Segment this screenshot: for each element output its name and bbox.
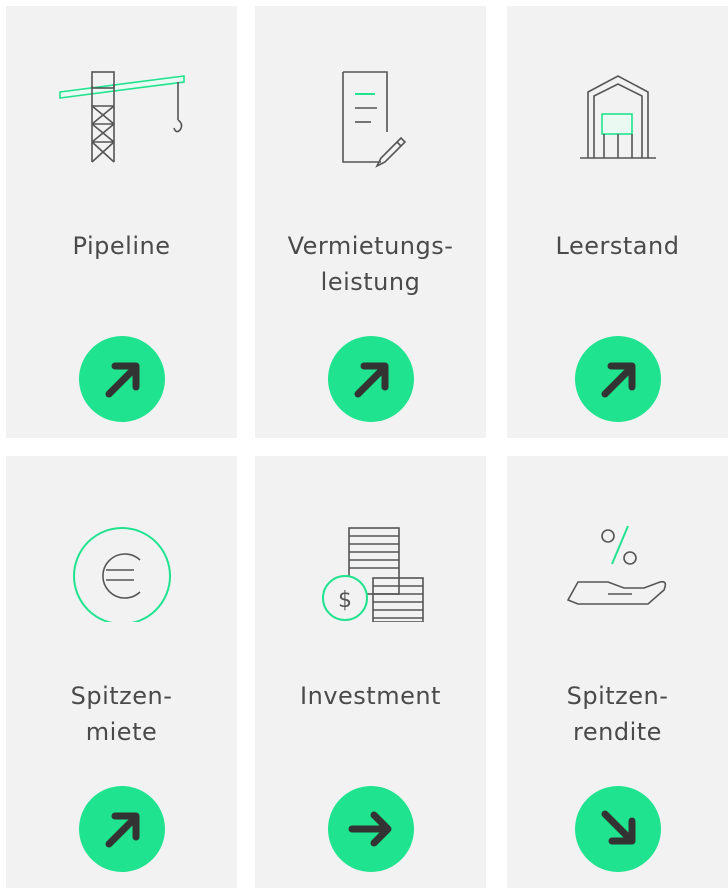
card-spitzenrendite: Spitzen- rendite: [507, 456, 728, 888]
card-label: Pipeline: [72, 232, 171, 260]
trend-up-icon: [327, 336, 414, 422]
trend-up-icon: [574, 336, 661, 422]
contract-pen-icon: [301, 62, 441, 172]
card-spitzenmiete: Spitzen- miete: [6, 456, 237, 888]
hand-percent-icon: [548, 512, 688, 622]
card-label: Spitzen- rendite: [566, 682, 669, 746]
card-investment: $ Investment: [255, 456, 486, 888]
coin-stacks-icon: $: [301, 512, 441, 622]
trend-up-icon: [78, 786, 165, 872]
card-label: Investment: [300, 682, 441, 710]
card-pipeline: Pipeline: [6, 6, 237, 438]
card-label: Leerstand: [555, 232, 680, 260]
crane-icon: [52, 62, 192, 172]
svg-text:$: $: [338, 588, 352, 613]
warehouse-icon: [548, 62, 688, 172]
card-vermietungsleistung: Vermietungs- leistung: [255, 6, 486, 438]
card-label: Spitzen- miete: [70, 682, 173, 746]
card-leerstand: Leerstand: [507, 6, 728, 438]
trend-flat-icon: [327, 786, 414, 872]
euro-coin-icon: [52, 512, 192, 622]
trend-down-icon: [574, 786, 661, 872]
trend-up-icon: [78, 336, 165, 422]
card-label: Vermietungs- leistung: [287, 232, 454, 296]
